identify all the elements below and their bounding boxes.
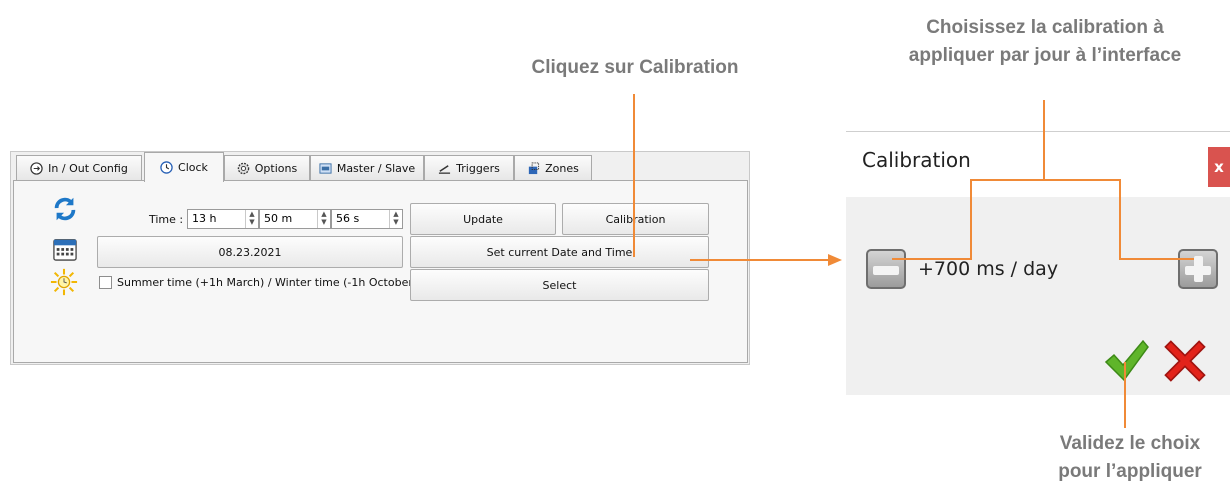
decrease-button[interactable] <box>866 249 906 289</box>
io-config-icon <box>30 162 43 175</box>
select-button[interactable]: Select <box>410 269 709 301</box>
summer-time-label: Summer time (+1h March) / Winter time (-… <box>117 276 418 289</box>
refresh-icon[interactable] <box>51 195 79 223</box>
gear-icon <box>237 162 250 175</box>
update-button[interactable]: Update <box>410 203 556 235</box>
settings-window: In / Out Config Clock Options Master / S… <box>10 151 750 365</box>
calendar-icon <box>53 239 77 261</box>
callout-validate: Validez le choix pour l’appliquer <box>1030 430 1230 486</box>
tab-zones[interactable]: Zones <box>514 155 592 181</box>
date-button[interactable]: 08.23.2021 <box>97 236 403 268</box>
spin-arrows-icon[interactable]: ▲ ▼ <box>389 210 402 228</box>
callout-validate-line2: pour l’appliquer <box>1058 461 1202 482</box>
tab-label: Clock <box>178 161 208 174</box>
tab-options[interactable]: Options <box>224 155 310 181</box>
tab-bar: In / Out Config Clock Options Master / S… <box>11 152 749 182</box>
calibration-button[interactable]: Calibration <box>562 203 709 235</box>
seconds-value: 56 s <box>336 212 360 225</box>
callout-choose-calibration: Choisissez la calibration à appliquer pa… <box>860 14 1230 70</box>
triggers-icon <box>439 165 451 174</box>
callout-click-calibration: Cliquez sur Calibration <box>531 57 739 78</box>
callout-choose-line2: appliquer par jour à l’interface <box>908 45 1182 66</box>
dialog-top-border <box>846 131 1230 132</box>
tab-label: Zones <box>545 162 579 175</box>
tab-label: Options <box>254 162 298 175</box>
clock-icon <box>160 161 173 174</box>
line-calibration-vertical <box>633 94 635 257</box>
callout-choose-line1: Choisissez la calibration à <box>926 17 1164 38</box>
line-choose-left-drop <box>970 179 972 260</box>
line-choose-vertical <box>1043 100 1045 180</box>
spin-arrows-icon[interactable]: ▲ ▼ <box>317 210 330 228</box>
confirm-check-icon[interactable] <box>1103 338 1149 384</box>
minutes-value: 50 m <box>264 212 293 225</box>
increase-button[interactable] <box>1178 249 1218 289</box>
tab-triggers[interactable]: Triggers <box>424 155 514 181</box>
clock-panel: Time : 13 h ▲ ▼ 50 m ▲ ▼ 56 s ▲ ▼ Update Ca… <box>13 180 748 363</box>
seconds-spinbox[interactable]: 56 s ▲ ▼ <box>331 209 403 229</box>
tab-label: Master / Slave <box>336 162 416 175</box>
summer-time-checkbox[interactable] <box>99 276 112 289</box>
line-calibration-to-dialog <box>690 259 830 261</box>
dialog-close-button[interactable]: x <box>1208 147 1230 187</box>
tab-master-slave[interactable]: Master / Slave <box>310 155 424 181</box>
tab-clock[interactable]: Clock <box>144 152 224 182</box>
zones-icon <box>528 162 540 175</box>
calibration-value: +700 ms / day <box>918 258 1059 280</box>
line-validate-vertical <box>1124 362 1126 428</box>
cancel-cross-icon[interactable] <box>1160 336 1210 386</box>
sun-icon <box>50 268 78 296</box>
set-current-date-time-button[interactable]: Set current Date and Time <box>410 236 709 268</box>
dialog-title: Calibration <box>862 148 971 172</box>
minutes-spinbox[interactable]: 50 m ▲ ▼ <box>259 209 331 229</box>
line-choose-to-minus <box>892 258 972 260</box>
spin-arrows-icon[interactable]: ▲ ▼ <box>245 210 258 228</box>
line-choose-to-plus <box>1119 258 1194 260</box>
callout-validate-line1: Validez le choix <box>1059 433 1201 454</box>
time-label: Time : <box>149 213 184 226</box>
minus-icon <box>873 266 899 275</box>
tab-label: Triggers <box>456 162 500 175</box>
line-choose-horizontal <box>970 179 1120 181</box>
hours-spinbox[interactable]: 13 h ▲ ▼ <box>187 209 259 229</box>
tab-label: In / Out Config <box>48 162 128 175</box>
line-choose-right-drop <box>1119 179 1121 260</box>
tab-in-out-config[interactable]: In / Out Config <box>16 155 142 181</box>
arrow-head-icon <box>828 254 842 266</box>
hours-value: 13 h <box>192 212 217 225</box>
master-slave-icon <box>319 163 332 174</box>
